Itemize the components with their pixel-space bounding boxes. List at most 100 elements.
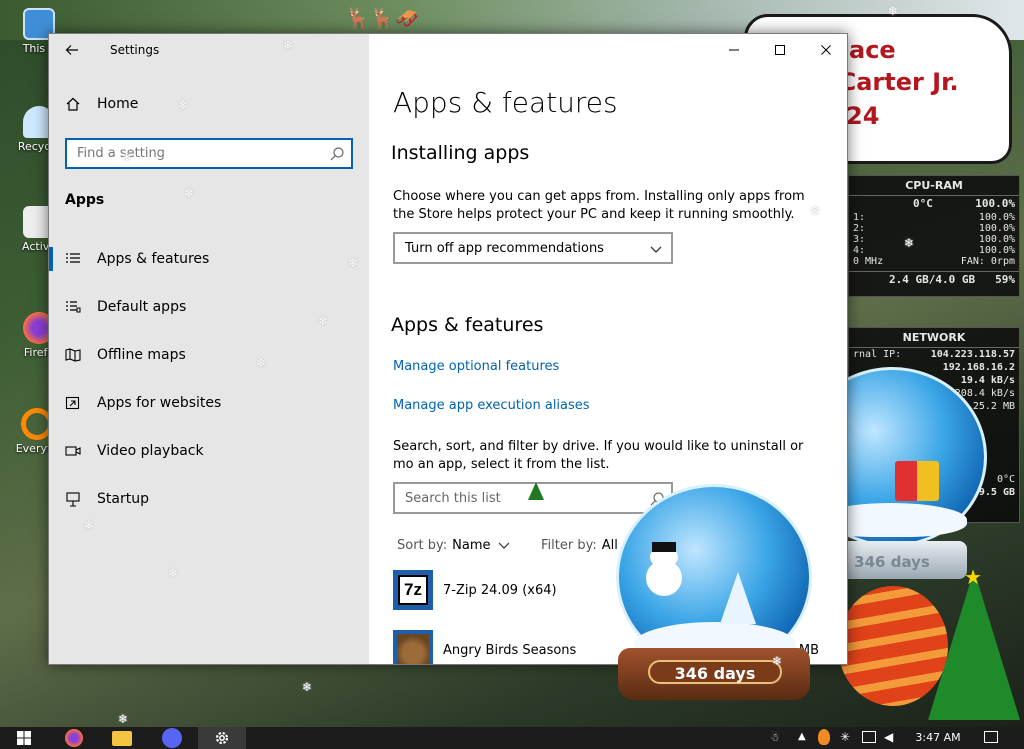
core-usage: 100.0% [978,245,1015,256]
nav-item-apps-features[interactable]: Apps & features [49,239,369,279]
maximize-button[interactable] [757,34,803,66]
core-id: 4: [853,245,866,256]
core-id: 1: [853,212,866,223]
manage-optional-features-link[interactable]: Manage optional features [393,359,559,374]
find-setting-input[interactable] [67,140,317,167]
fan-speed: FAN: 0rpm [960,256,1015,267]
settings-nav-pane: Home Apps Apps & features Default apps O… [49,34,369,664]
core-row: 2: 100.0% [849,223,1019,234]
cpu-temp: 0°C [913,197,933,210]
start-button[interactable] [0,727,48,749]
minimize-button[interactable] [711,34,757,66]
nav-item-label: Apps & features [97,251,210,267]
app-source-dropdown[interactable]: Turn off app recommendations [393,232,673,264]
nav-item-offline-maps[interactable]: Offline maps [49,335,369,375]
star-icon: ★ [964,565,982,589]
ram-usage: 2.4 GB/4.0 GB [889,273,976,286]
7zip-icon: 7z [393,570,433,610]
nav-section-heading: Apps [65,192,105,208]
banner-line-3: 24 [846,102,880,130]
open-link-icon [65,396,80,410]
taskbar-firefox[interactable] [50,727,98,749]
ram-percent: 59% [995,273,1015,286]
core-id: 3: [853,234,866,245]
window-title: Settings [110,43,160,57]
apps-features-icon [66,253,80,263]
core-row: 1: 100.0% [849,212,1019,223]
page-title: Apps & features [393,86,618,119]
tray-people-icon[interactable]: ☃ [770,731,780,744]
gift-boxes-icon [895,461,939,501]
external-ip: 104.223.118.57 [930,349,1015,360]
taskbar-file-explorer[interactable] [98,727,146,749]
window-titlebar[interactable]: Settings [49,34,847,66]
gear-icon [215,731,229,745]
folder-icon [112,730,132,746]
back-button[interactable] [59,38,85,62]
tray-snow-icon[interactable]: ✳ [840,730,850,744]
snow-globe-widget-front: 346 days [612,484,818,704]
map-icon [65,348,81,362]
network-title: NETWORK [849,328,1019,348]
back-arrow-icon [65,45,78,55]
nav-item-default-apps[interactable]: Default apps [49,287,369,327]
tray-chevron-up-icon[interactable]: ▲ [798,731,806,742]
tray-app-icon[interactable] [818,729,830,745]
startup-icon [66,492,80,507]
notification-icon[interactable] [984,731,998,743]
nav-item-startup[interactable]: Startup [49,479,369,519]
nav-item-label: Offline maps [97,347,186,363]
mini-tree-decoration [528,482,544,500]
dropdown-selected-value: Turn off app recommendations [405,240,604,256]
find-setting-box[interactable] [65,138,353,169]
external-ip-row: rnal IP: 104.223.118.57 [849,348,1019,361]
default-apps-icon [66,301,81,313]
search-list-input[interactable] [395,484,635,512]
angry-birds-icon [393,630,433,664]
core-usage: 100.0% [978,223,1015,234]
nav-item-apps-for-websites[interactable]: Apps for websites [49,383,369,423]
core-usage: 100.0% [978,212,1015,223]
search-sort-description: Search, sort, and filter by drive. If yo… [393,439,804,472]
app-name: 7-Zip 24.09 (x64) [443,582,557,598]
taskbar-settings[interactable] [198,727,246,749]
cpu-ram-title: CPU-RAM [849,176,1019,196]
nav-home-label: Home [97,96,139,112]
cpu-ram-widget: CPU-RAM 0°C 100.0% 1: 100.0% 2: 100.0% 3: 1… [848,175,1020,297]
network-icon[interactable] [862,731,876,743]
volume-icon[interactable]: ◀ [884,730,893,744]
close-icon [821,45,831,55]
globe-days-counter: 346 days [648,660,782,684]
sort-by-control[interactable]: Sort by: Name [397,538,511,553]
reindeer-sleigh-decoration: 🦌🦌🛷 [345,6,420,30]
nav-home[interactable]: Home [65,96,138,112]
sort-label: Sort by: [397,538,448,553]
banner-line-1: ace [849,36,896,64]
close-button[interactable] [803,34,847,66]
cpu-freq: 0 MHz [853,256,884,267]
search-icon[interactable] [329,146,345,162]
freq-row: 0 MHz FAN: 0rpm [849,256,1019,267]
windows-logo-icon [17,731,31,745]
ram-row: 2.4 GB/4.0 GB 59% [849,271,1019,287]
core-row: 3: 100.0% [849,234,1019,245]
snowflake-icon: ❄ [118,712,129,726]
taskbar-clock[interactable]: 3:47 AM [905,731,971,744]
network-temp: 0°C [996,474,1015,485]
core-usage: 100.0% [978,234,1015,245]
apps-features-heading: Apps & features [391,314,544,336]
manage-execution-aliases-link[interactable]: Manage app execution aliases [393,398,590,413]
filter-label: Filter by: [541,538,597,553]
snowy-tree-icon [720,572,756,624]
taskbar: ☃ ▲ ✳ ◀ 3:47 AM [0,727,1024,749]
nav-item-video-playback[interactable]: Video playback [49,431,369,471]
chevron-down-icon [498,542,509,549]
firefox-icon [65,729,83,747]
christmas-tree-icon [928,570,1020,720]
taskbar-discord[interactable] [148,727,196,749]
cpu-usage: 100.0% [975,197,1015,210]
active-indicator [49,247,53,271]
nav-item-label: Video playback [97,443,204,459]
core-id: 2: [853,223,866,234]
nav-item-label: Startup [97,491,149,507]
